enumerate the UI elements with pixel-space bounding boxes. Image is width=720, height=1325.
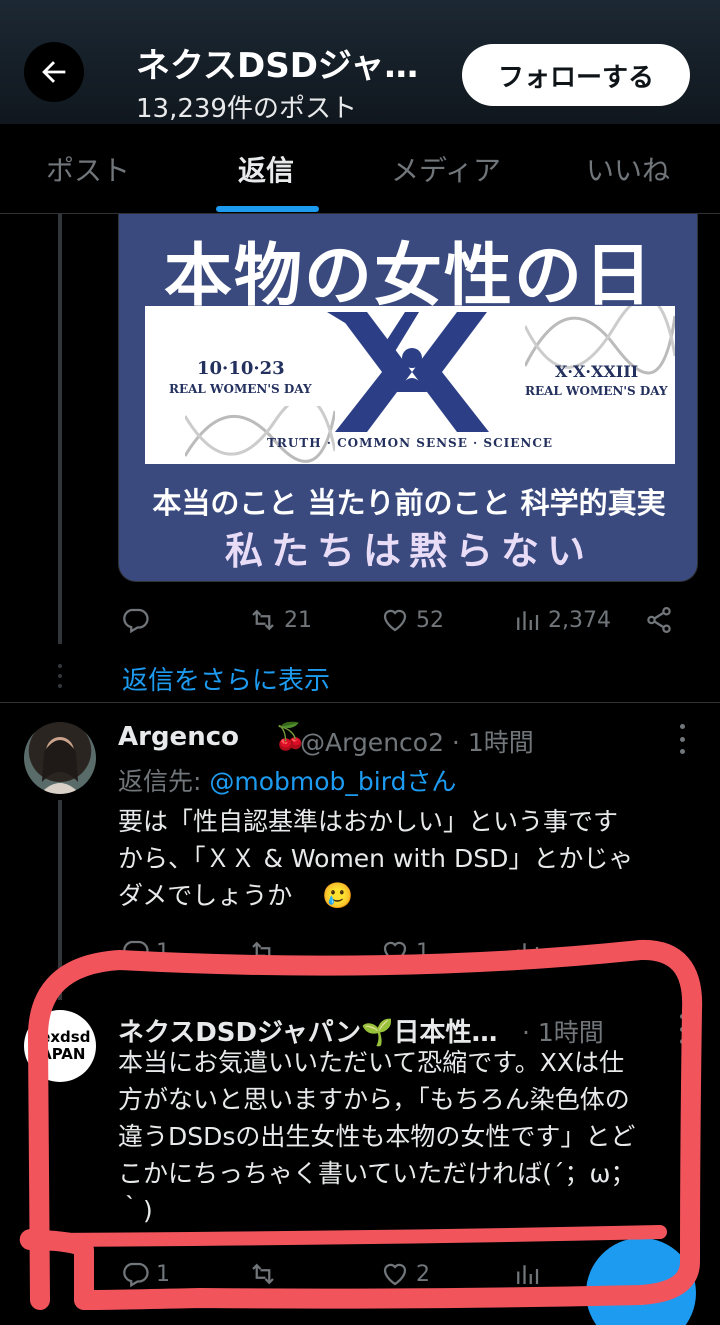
reply-icon xyxy=(123,940,149,966)
reply-button[interactable]: 1 xyxy=(120,1254,170,1294)
image-line1: 本当のこと 当たり前のこと 科学的真実 xyxy=(152,486,666,520)
avatar-portrait-icon xyxy=(40,740,80,794)
arrow-left-icon xyxy=(42,61,66,83)
repost-button[interactable]: 21 xyxy=(248,600,312,640)
tweet-line: から、「ＸＸ & Women with DSD」とかじゃ xyxy=(118,844,634,873)
tweet-line: ダメでしょうか 🥲 xyxy=(118,877,698,914)
views-button[interactable] xyxy=(512,932,542,972)
tweet-line: こかにちっちゃく書いていただければ(´；ω； xyxy=(118,1159,636,1188)
like-count: 2 xyxy=(416,1261,430,1287)
tab-replies[interactable]: 返信 xyxy=(176,124,356,214)
share-button[interactable] xyxy=(644,600,674,640)
image-tagline: TRUTH · COMMON SENSE · SCIENCE xyxy=(266,436,554,450)
post-image[interactable]: 本物の女性の日 10·10·23 REAL WOMEN'S DAY X·X·XX… xyxy=(118,214,698,582)
views-icon xyxy=(517,943,539,962)
views-icon xyxy=(517,611,539,630)
author-name[interactable]: Argenco 🍒 xyxy=(118,722,306,752)
tweet-line: 方がないと思いますから，「もちろん染色体の xyxy=(118,1085,630,1114)
author-name-text: Argenco xyxy=(118,722,239,752)
like-button[interactable]: 52 xyxy=(380,600,444,640)
reply-icon xyxy=(123,608,149,634)
repost-icon xyxy=(252,609,274,631)
tab-media[interactable]: メディア xyxy=(356,124,536,214)
xx-logo-icon xyxy=(327,312,489,432)
thread-dot xyxy=(58,664,62,668)
divider xyxy=(0,702,720,703)
reply1-actions: 1 1 xyxy=(118,932,698,972)
heart-icon xyxy=(383,1263,407,1286)
thread-line xyxy=(58,800,62,1000)
tab-likes[interactable]: いいね xyxy=(536,124,720,214)
like-count: 52 xyxy=(416,607,444,633)
reply-button[interactable] xyxy=(120,600,150,640)
repost-button[interactable] xyxy=(248,932,278,972)
reply-to-mention[interactable]: @mobmob_birdさん xyxy=(209,767,456,796)
views-count: 2,374 xyxy=(548,607,611,633)
tweet-text: 要は「性自認基準はおかしい」という事です から、「ＸＸ & Women with… xyxy=(118,803,698,914)
post-actions: 21 52 2,374 xyxy=(118,600,698,640)
heart-icon xyxy=(383,609,407,632)
profile-tabs: ポスト 返信 メディア いいね xyxy=(0,124,720,214)
reply-count: 1 xyxy=(156,1261,170,1287)
thread-dot xyxy=(58,684,62,688)
tweet-line: 要は「性自認基準はおかしい」という事です xyxy=(118,807,619,836)
thread-dot xyxy=(58,674,62,678)
author-handle-time[interactable]: @Argenco2 · 1時間 xyxy=(300,723,534,759)
reply-icon xyxy=(123,1262,149,1288)
thread-line xyxy=(58,214,62,644)
profile-title: ネクスDSDジャ… xyxy=(136,46,419,86)
like-button[interactable]: 2 xyxy=(380,1254,430,1294)
image-title: 本物の女性の日 xyxy=(163,237,654,316)
image-panel: 10·10·23 REAL WOMEN'S DAY X·X·XXIII REAL… xyxy=(145,306,675,464)
tweet-line: 違うDSDsの出生女性も本物の女性です」とど xyxy=(118,1122,636,1151)
back-button[interactable] xyxy=(24,42,84,102)
reply-to-prefix: 返信先: xyxy=(118,767,210,796)
more-options-icon[interactable] xyxy=(672,724,692,754)
repost-button[interactable] xyxy=(248,1254,278,1294)
date-right: X·X·XXIII xyxy=(555,362,639,381)
tweet-text: 本当にお気遣いいただいて恐縮です。XXは仕 方がないと思いますから，「もちろん染… xyxy=(118,1044,698,1229)
repost-icon xyxy=(252,941,274,963)
like-count: 1 xyxy=(416,939,430,965)
follow-button[interactable]: フォローする xyxy=(462,44,690,106)
show-more-replies-link[interactable]: 返信をさらに表示 xyxy=(122,660,330,697)
compose-button[interactable]: + xyxy=(586,1238,696,1325)
caption-left: REAL WOMEN'S DAY xyxy=(169,382,312,396)
views-button[interactable] xyxy=(512,1254,542,1294)
tear-smile-emoji: 🥲 xyxy=(322,881,354,910)
repost-icon xyxy=(252,1263,274,1285)
share-icon xyxy=(647,607,671,633)
caption-right: REAL WOMEN'S DAY xyxy=(525,384,668,398)
views-button[interactable]: 2,374 xyxy=(512,600,611,640)
views-icon xyxy=(517,1265,539,1284)
tweet-line: ｀) xyxy=(118,1196,153,1225)
tweet-line-text: ダメでしょうか xyxy=(118,881,293,910)
dna-graphic-icon xyxy=(185,406,335,463)
reply-button[interactable]: 1 xyxy=(120,932,170,972)
like-button[interactable]: 1 xyxy=(380,932,430,972)
post-count: 13,239件のポスト xyxy=(136,94,357,124)
avatar-text: nexdsd xyxy=(29,1028,91,1046)
tab-posts[interactable]: ポスト xyxy=(0,124,176,214)
repost-count: 21 xyxy=(284,607,312,633)
avatar[interactable]: nexdsd JAPAN xyxy=(24,1010,96,1082)
tweet-line: 本当にお気遣いいただいて恐縮です。XXは仕 xyxy=(118,1048,625,1077)
reply-to: 返信先: @mobmob_birdさん xyxy=(118,762,456,798)
heart-icon xyxy=(383,941,407,964)
avatar[interactable] xyxy=(24,722,96,794)
active-tab-indicator xyxy=(216,206,319,212)
image-line2: 私たちは黙らない xyxy=(224,529,593,573)
date-left: 10·10·23 xyxy=(197,358,285,379)
profile-header: ネクスDSDジャ… 13,239件のポスト フォローする xyxy=(0,0,720,124)
avatar-text: JAPAN xyxy=(34,1045,86,1063)
more-options-icon[interactable] xyxy=(672,1014,692,1044)
reply-count: 1 xyxy=(156,939,170,965)
